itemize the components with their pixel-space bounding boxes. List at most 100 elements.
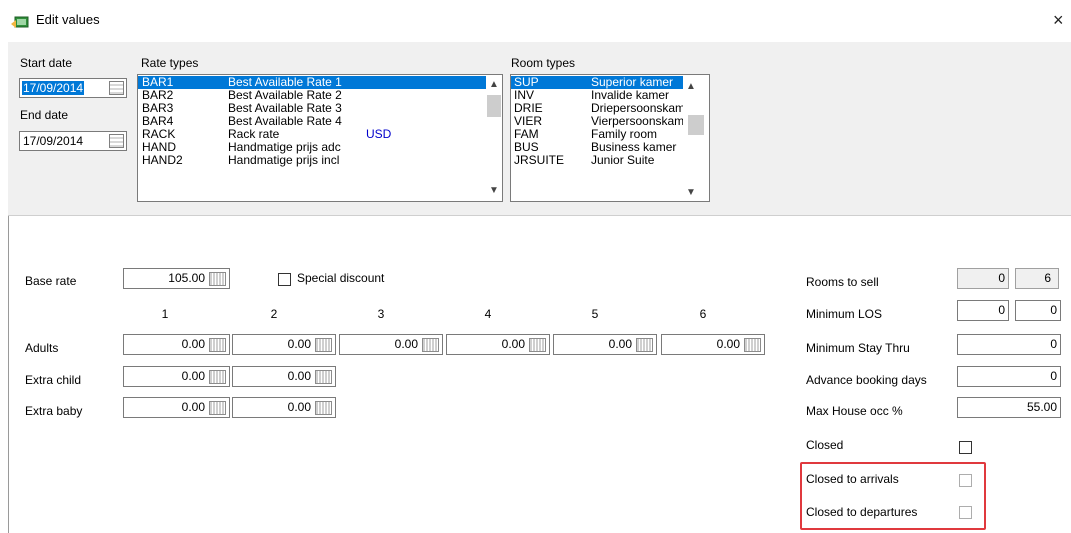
list-item[interactable]: FAM Family room xyxy=(511,128,683,141)
calendar-icon[interactable] xyxy=(109,134,124,148)
max-house-occ-input[interactable]: 55.00 xyxy=(957,397,1061,418)
column-header: 5 xyxy=(591,307,599,321)
list-item[interactable]: BAR2 Best Available Rate 2 xyxy=(138,89,486,102)
extra-child-input[interactable]: 0.00 xyxy=(123,366,230,387)
list-item[interactable]: BAR3 Best Available Rate 3 xyxy=(138,102,486,115)
start-date-label: Start date xyxy=(20,56,73,70)
minimum-los-input-1[interactable]: 0 xyxy=(957,300,1009,321)
list-item[interactable]: BAR4 Best Available Rate 4 xyxy=(138,115,486,128)
scroll-down-icon[interactable]: ▼ xyxy=(486,185,502,197)
minimum-los-label: Minimum LOS xyxy=(806,307,883,321)
adults-value: 0.00 xyxy=(181,337,205,351)
list-item[interactable]: INV Invalide kamer xyxy=(511,89,683,102)
room-name: Vierpersoonskamer xyxy=(591,115,683,128)
list-item[interactable]: DRIE Driepersoonskamer xyxy=(511,102,683,115)
rate-types-label: Rate types xyxy=(141,56,199,70)
rate-name: Best Available Rate 3 xyxy=(228,102,342,115)
room-types-list[interactable]: SUP Superior kamer INV Invalide kamer DRIE Dr… xyxy=(510,74,710,202)
start-date-field[interactable]: 17/09/2014 xyxy=(19,78,127,98)
rate-name: Best Available Rate 1 xyxy=(228,76,342,89)
calculator-icon[interactable] xyxy=(209,370,226,384)
room-name: Business kamer xyxy=(591,141,677,154)
minimum-los-input-2[interactable]: 0 xyxy=(1015,300,1061,321)
room-name: Superior kamer xyxy=(591,76,674,89)
advance-booking-input[interactable]: 0 xyxy=(957,366,1061,387)
list-item[interactable]: RACK Rack rate USD xyxy=(138,128,486,141)
calculator-icon[interactable] xyxy=(209,338,226,352)
scroll-down-icon[interactable]: ▼ xyxy=(683,187,699,199)
calculator-icon[interactable] xyxy=(744,338,761,352)
end-date-label: End date xyxy=(20,108,69,122)
room-types-label: Room types xyxy=(511,56,576,70)
room-code: JRSUITE xyxy=(514,154,565,167)
rate-name: Handmatige prijs incl xyxy=(228,154,340,167)
calculator-icon[interactable] xyxy=(636,338,653,352)
extra-child-label: Extra child xyxy=(25,373,82,387)
extra-baby-input[interactable]: 0.00 xyxy=(123,397,230,418)
list-item[interactable]: HAND2 Handmatige prijs incl xyxy=(138,154,486,167)
rate-code: BAR1 xyxy=(142,76,174,89)
calculator-icon[interactable] xyxy=(209,272,226,286)
room-types-scrollbar[interactable]: ▲ ▼ xyxy=(683,75,709,201)
calculator-icon[interactable] xyxy=(209,401,226,415)
scroll-up-icon[interactable]: ▲ xyxy=(486,79,502,91)
advance-booking-label: Advance booking days xyxy=(806,373,927,387)
calculator-icon[interactable] xyxy=(529,338,546,352)
room-code: VIER xyxy=(514,115,543,128)
rooms-to-sell-available: 0 xyxy=(957,268,1009,289)
adults-value: 0.00 xyxy=(501,337,525,351)
room-code: FAM xyxy=(514,128,539,141)
list-item[interactable]: SUP Superior kamer xyxy=(511,76,683,89)
calendar-icon[interactable] xyxy=(109,81,124,95)
rate-currency: USD xyxy=(366,128,392,141)
base-rate-value: 105.00 xyxy=(168,271,205,285)
base-rate-input[interactable]: 105.00 xyxy=(123,268,230,289)
scroll-thumb[interactable] xyxy=(487,95,501,117)
adults-input[interactable]: 0.00 xyxy=(446,334,550,355)
close-icon[interactable]: × xyxy=(1053,11,1064,29)
calculator-icon[interactable] xyxy=(422,338,439,352)
adults-input[interactable]: 0.00 xyxy=(661,334,765,355)
minimum-stay-thru-input[interactable]: 0 xyxy=(957,334,1061,355)
rate-currency xyxy=(364,102,474,115)
column-header: 6 xyxy=(699,307,707,321)
extra-baby-value: 0.00 xyxy=(181,400,205,414)
rate-types-list[interactable]: BAR1 Best Available Rate 1 BAR2 Best Availa… xyxy=(137,74,503,202)
extra-baby-label: Extra baby xyxy=(25,404,83,418)
list-item[interactable]: BAR1 Best Available Rate 1 xyxy=(138,76,486,89)
rate-code: HAND xyxy=(142,141,177,154)
rate-name: Best Available Rate 4 xyxy=(228,115,342,128)
adults-value: 0.00 xyxy=(287,337,311,351)
rate-currency xyxy=(364,154,474,167)
adults-value: 0.00 xyxy=(716,337,740,351)
highlight-annotation xyxy=(800,462,986,530)
rate-name: Handmatige prijs adc xyxy=(228,141,341,154)
list-item[interactable]: JRSUITE Junior Suite xyxy=(511,154,683,167)
adults-input[interactable]: 0.00 xyxy=(123,334,230,355)
rate-code: BAR4 xyxy=(142,115,174,128)
scroll-up-icon[interactable]: ▲ xyxy=(683,81,699,93)
calculator-icon[interactable] xyxy=(315,370,332,384)
extra-child-input[interactable]: 0.00 xyxy=(232,366,336,387)
extra-baby-input[interactable]: 0.00 xyxy=(232,397,336,418)
rate-currency xyxy=(364,141,474,154)
adults-input[interactable]: 0.00 xyxy=(232,334,336,355)
adults-value: 0.00 xyxy=(608,337,632,351)
calculator-icon[interactable] xyxy=(315,401,332,415)
adults-input[interactable]: 0.00 xyxy=(553,334,657,355)
rate-code: BAR3 xyxy=(142,102,174,115)
title-bar xyxy=(0,0,1071,42)
adults-input[interactable]: 0.00 xyxy=(339,334,443,355)
list-item[interactable]: HAND Handmatige prijs adc xyxy=(138,141,486,154)
special-discount-checkbox[interactable] xyxy=(278,273,291,286)
rate-currency xyxy=(364,76,474,89)
scroll-thumb[interactable] xyxy=(688,115,704,135)
rate-types-scrollbar[interactable]: ▲ ▼ xyxy=(486,75,502,201)
end-date-field[interactable]: 17/09/2014 xyxy=(19,131,127,151)
closed-checkbox[interactable] xyxy=(959,441,972,454)
list-item[interactable]: VIER Vierpersoonskamer xyxy=(511,115,683,128)
base-rate-label: Base rate xyxy=(25,274,77,288)
extra-child-value: 0.00 xyxy=(181,369,205,383)
calculator-icon[interactable] xyxy=(315,338,332,352)
list-item[interactable]: BUS Business kamer xyxy=(511,141,683,154)
